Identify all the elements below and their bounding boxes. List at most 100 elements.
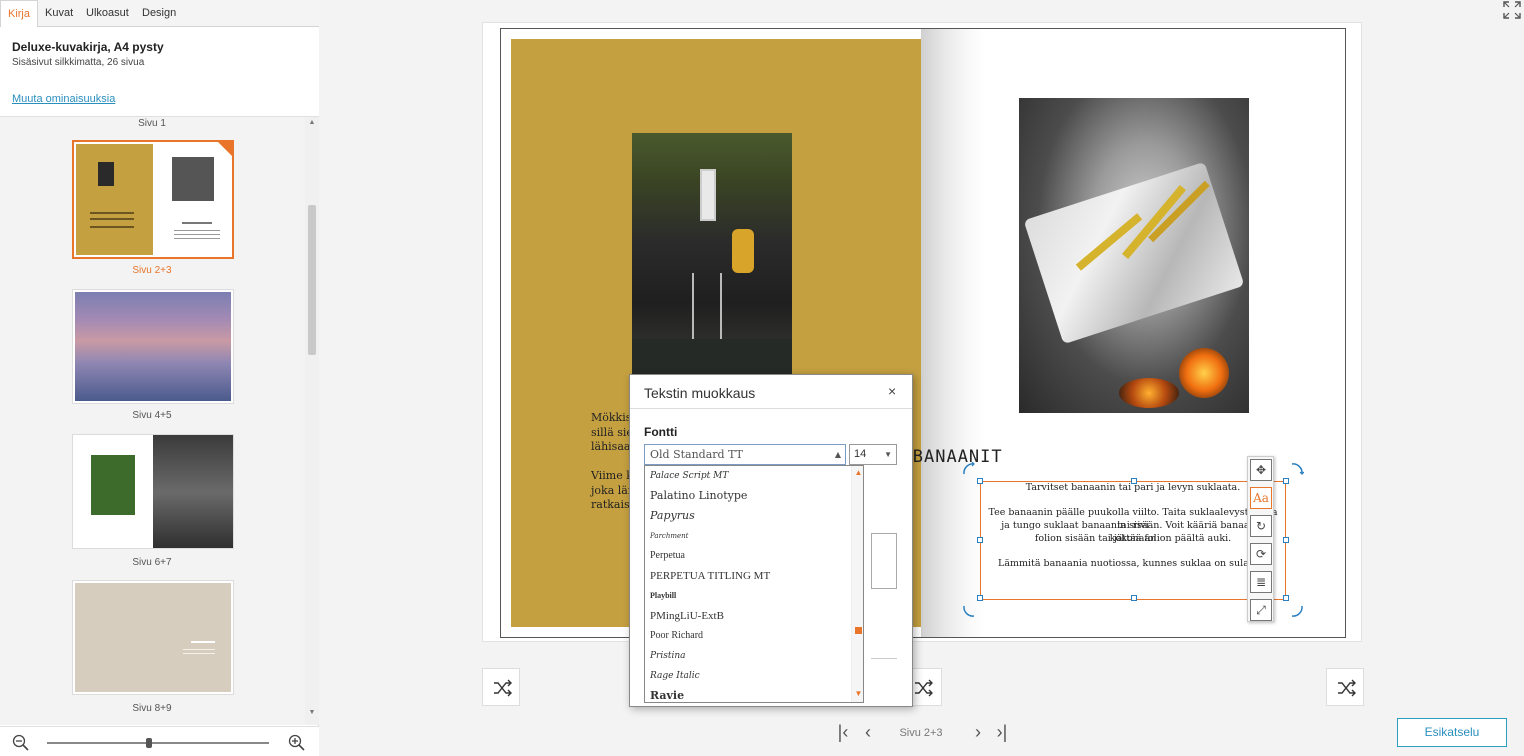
preview-button[interactable]: Esikatselu: [1397, 718, 1507, 747]
page-label-4-5: Sivu 4+5: [132, 410, 172, 421]
resize-handle[interactable]: [977, 478, 983, 484]
fire-glow: [1179, 348, 1229, 398]
scroll-up-arrow-icon[interactable]: ▲: [305, 119, 319, 133]
selected-corner-marker: [218, 142, 232, 156]
chevron-down-icon: ▲: [834, 450, 841, 459]
shuffle-icon: [494, 679, 512, 697]
font-size-select[interactable]: 14 ▼: [849, 444, 897, 465]
thumb-cabin-photo: [98, 162, 114, 186]
shuffle-right-button[interactable]: [1326, 668, 1364, 706]
thumb-sunset-photo: [75, 292, 231, 401]
resize-handle[interactable]: [1283, 595, 1289, 601]
tab-bar: Kirja Kuvat Ulkoasut Design: [0, 0, 319, 28]
selected-text-box[interactable]: Tarvitset banaanin tai pari ja levyn suk…: [977, 478, 1289, 601]
fullscreen-icon[interactable]: [1502, 0, 1522, 20]
move-icon[interactable]: ✥: [1250, 459, 1272, 481]
scroll-thumb[interactable]: [855, 627, 862, 634]
thumb-porch-photo: [153, 435, 233, 548]
thumb-banana-photo: [172, 157, 214, 201]
resize-handle[interactable]: [1131, 595, 1137, 601]
recipe-heading[interactable]: NUOTIOBANAANIT: [501, 447, 1345, 467]
font-option[interactable]: Parchment: [650, 526, 850, 546]
resize-handle[interactable]: [1131, 478, 1137, 484]
rotate-handle-icon[interactable]: [1290, 604, 1304, 618]
fit-icon[interactable]: ⤢: [1250, 599, 1272, 621]
book-info-panel: Deluxe-kuvakirja, A4 pysty Sisäsivut sil…: [0, 27, 319, 117]
font-option[interactable]: Palace Script MT: [650, 466, 850, 486]
zoom-in-icon[interactable]: [288, 734, 306, 752]
editor-canvas: Mökkissä sillä siel lähisaar Viime k jok…: [320, 0, 1524, 756]
chevron-down-icon: ▼: [884, 450, 892, 459]
cabin-photo[interactable]: [632, 133, 792, 375]
sidebar: Kirja Kuvat Ulkoasut Design Deluxe-kuvak…: [0, 0, 319, 756]
text-edit-dialog: Tekstin muokkaus × Fontti Old Standard T…: [629, 374, 913, 707]
font-option[interactable]: Poor Richard: [650, 626, 850, 646]
thumb-beige-page: [75, 583, 231, 692]
shuffle-icon: [1338, 679, 1356, 697]
foil-packets: [1023, 161, 1245, 345]
last-page-icon[interactable]: ›|: [994, 722, 1010, 742]
resize-handle[interactable]: [1283, 478, 1289, 484]
scroll-thumb[interactable]: [308, 205, 316, 355]
text-line: folion sisään tai jättää folion päältä a…: [1034, 533, 1232, 544]
shuffle-left-button[interactable]: [482, 668, 520, 706]
zoom-out-icon[interactable]: [12, 734, 30, 752]
first-page-icon[interactable]: |‹: [835, 722, 851, 742]
element-toolbar: ✥ Aa ↻ ⟳ ≣ ⤢: [1247, 456, 1274, 622]
rotate-handle-icon[interactable]: [962, 462, 976, 476]
page-label-8-9: Sivu 8+9: [132, 703, 172, 714]
banana-photo[interactable]: [1019, 98, 1249, 413]
font-option[interactable]: Papyrus: [650, 506, 850, 526]
page-label-1: Sivu 1: [138, 118, 166, 129]
tab-ulkoasut[interactable]: Ulkoasut: [86, 0, 129, 27]
font-option[interactable]: PERPETUA TITLING MT: [650, 566, 850, 586]
thumbnail-scrollbar[interactable]: ▲ ▼: [305, 117, 319, 725]
font-option[interactable]: Ravie: [650, 686, 850, 702]
font-option[interactable]: Pristina: [650, 646, 850, 666]
resize-handle[interactable]: [977, 537, 983, 543]
book-subtitle: Sisäsivut silkkimatta, 26 sivua: [12, 57, 145, 68]
rotate-handle-icon[interactable]: [962, 604, 976, 618]
thumb-gold-page: [76, 144, 153, 255]
scroll-down-arrow-icon[interactable]: ▼: [852, 689, 863, 698]
current-page-label: Sivu 2+3: [899, 727, 943, 739]
page-thumb-8-9[interactable]: [72, 580, 234, 695]
layers-icon[interactable]: ≣: [1250, 571, 1272, 593]
close-icon[interactable]: ×: [888, 383, 896, 399]
next-page-icon[interactable]: ›: [970, 722, 986, 742]
text-line: Lämmitä banaania nuotiossa, kunnes sukla…: [998, 558, 1268, 569]
swap-icon[interactable]: ⟳: [1250, 543, 1272, 565]
zoom-slider-handle[interactable]: [146, 738, 152, 748]
font-family-select[interactable]: Old Standard TT ▲: [644, 444, 846, 465]
zoom-slider-track[interactable]: [47, 742, 269, 744]
rotate-handle-icon[interactable]: [1290, 462, 1304, 476]
font-select-value: Old Standard TT: [650, 448, 743, 461]
cabin-window: [700, 169, 716, 221]
font-dropdown-list[interactable]: Palace Script MT Palatino Linotype Papyr…: [644, 465, 864, 703]
scroll-down-arrow-icon[interactable]: ▼: [305, 709, 319, 723]
font-size-value: 14: [854, 448, 867, 460]
rotate-icon[interactable]: ↻: [1250, 515, 1272, 537]
tab-kirja[interactable]: Kirja: [0, 0, 38, 28]
change-properties-link[interactable]: Muuta ominaisuuksia: [12, 93, 115, 105]
text-edit-icon[interactable]: Aa: [1250, 487, 1272, 509]
font-option[interactable]: Playbill: [650, 586, 850, 606]
font-option[interactable]: Palatino Linotype: [650, 486, 850, 506]
tab-design[interactable]: Design: [142, 0, 176, 27]
page-thumbnail-list: Sivu 1 Sivu 2+3 Sivu 4+5 Sivu 6+7 Sivu 8…: [0, 117, 319, 725]
resize-handle[interactable]: [1283, 537, 1289, 543]
tab-kuvat[interactable]: Kuvat: [45, 0, 73, 27]
text-input-area[interactable]: [871, 533, 897, 589]
page-thumb-2-3[interactable]: [72, 140, 234, 259]
font-option[interactable]: PMingLiU-ExtB: [650, 606, 850, 626]
font-option[interactable]: Rage Italic: [650, 666, 850, 686]
font-option[interactable]: Perpetua: [650, 546, 850, 566]
font-list-scrollbar[interactable]: ▲ ▼: [851, 466, 863, 702]
page-thumb-4-5[interactable]: [72, 289, 234, 404]
scroll-up-arrow-icon[interactable]: ▲: [852, 468, 863, 477]
book-title: Deluxe-kuvakirja, A4 pysty: [12, 40, 164, 54]
prev-page-icon[interactable]: ‹: [860, 722, 876, 742]
resize-handle[interactable]: [977, 595, 983, 601]
page-thumb-6-7[interactable]: [72, 434, 234, 549]
dialog-title: Tekstin muokkaus: [644, 385, 756, 401]
